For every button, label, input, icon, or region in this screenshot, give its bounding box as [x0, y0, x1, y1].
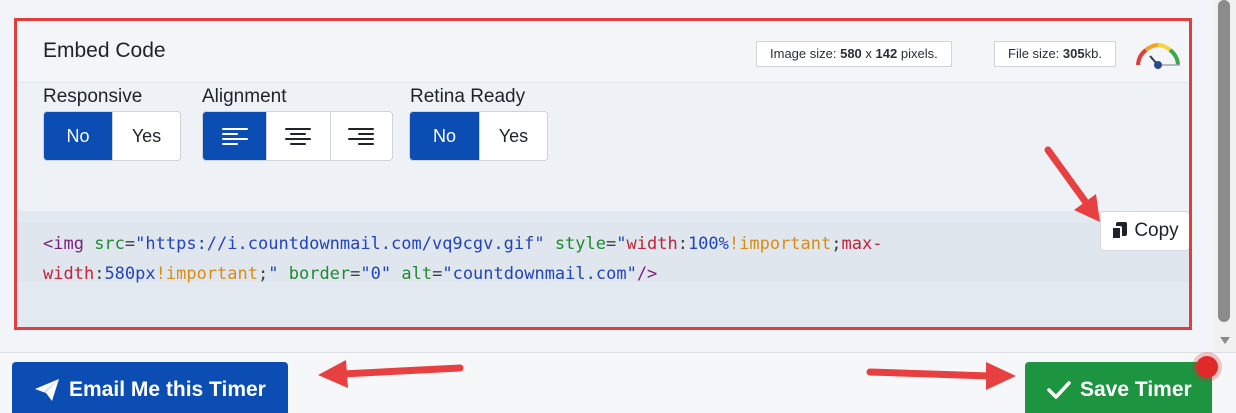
code-token: =	[350, 264, 361, 284]
retina-no-button[interactable]: No	[410, 112, 479, 160]
code-token: <img	[43, 234, 95, 254]
align-center-icon	[285, 125, 312, 147]
save-timer-label: Save Timer	[1080, 378, 1192, 401]
code-line-2[interactable]: width:580px!important;" border="0" alt="…	[43, 264, 657, 284]
responsive-label: Responsive	[43, 86, 143, 107]
speed-gauge-icon	[1136, 43, 1180, 69]
retina-yes-button[interactable]: Yes	[478, 112, 547, 160]
scrollbar-thumb[interactable]	[1218, 0, 1230, 322]
code-token: ;	[831, 234, 842, 254]
code-token: max-	[841, 234, 883, 254]
code-token: !important	[155, 264, 258, 284]
code-token: border	[288, 264, 351, 284]
paper-plane-icon	[35, 379, 59, 401]
retina-toggle: No Yes	[409, 111, 548, 161]
code-token: 580px	[104, 264, 156, 284]
image-width: 580	[840, 46, 862, 61]
code-token: :	[94, 264, 105, 284]
scrollbar[interactable]	[1214, 0, 1236, 352]
align-right-icon	[348, 125, 375, 147]
code-token: alt	[401, 264, 433, 284]
align-right-button[interactable]	[329, 112, 392, 160]
align-left-button[interactable]	[203, 112, 267, 160]
code-token: =	[432, 264, 443, 284]
embed-code-screen: Embed Code Image size: 580 x 142 pixels.…	[0, 0, 1236, 413]
copy-label: Copy	[1134, 220, 1179, 241]
code-token: =	[124, 234, 136, 254]
align-center-button[interactable]	[266, 112, 330, 160]
code-line-1[interactable]: <img src="https://i.countdownmail.com/vq…	[43, 234, 882, 254]
responsive-toggle: No Yes	[43, 111, 181, 161]
code-token: "countdownmail.com"	[442, 264, 637, 284]
code-token: =	[606, 234, 617, 254]
alignment-label: Alignment	[202, 86, 287, 107]
code-token: "0"	[360, 264, 392, 284]
responsive-yes-button[interactable]: Yes	[112, 112, 180, 160]
panel-header: Embed Code Image size: 580 x 142 pixels.…	[15, 19, 1189, 83]
file-size-value: 305	[1062, 46, 1085, 61]
code-token: 100%	[687, 234, 729, 254]
code-token: "	[268, 264, 279, 284]
align-left-icon	[221, 125, 248, 147]
email-timer-button[interactable]: Email Me this Timer	[12, 362, 288, 413]
save-timer-button[interactable]: Save Timer	[1025, 362, 1212, 413]
copy-button[interactable]: Copy	[1100, 211, 1190, 251]
code-token: :	[677, 234, 688, 254]
copy-icon	[1111, 222, 1128, 240]
image-size-badge: Image size: 580 x 142 pixels.	[756, 41, 952, 67]
code-token: style	[554, 234, 606, 254]
panel-title: Embed Code	[43, 39, 166, 62]
code-token: width	[626, 234, 678, 254]
alignment-toggle	[202, 111, 393, 161]
code-token: !important	[728, 234, 832, 254]
file-size-badge: File size: 305kb.	[994, 41, 1116, 67]
code-token: src	[94, 234, 125, 254]
code-token: "https://i.countdownmail.com/vq9cgv.gif"	[135, 234, 545, 254]
retina-label: Retina Ready	[410, 86, 526, 107]
code-token: ;	[257, 264, 269, 284]
code-token: width	[43, 264, 95, 284]
code-token: />	[636, 264, 658, 284]
email-timer-label: Email Me this Timer	[69, 378, 266, 401]
notification-dot	[1196, 356, 1218, 378]
scroll-down-icon[interactable]	[1220, 337, 1230, 344]
code-token: "	[616, 234, 627, 254]
image-height: 142	[875, 46, 898, 61]
responsive-no-button[interactable]: No	[44, 112, 112, 160]
checkmark-icon	[1047, 381, 1071, 399]
